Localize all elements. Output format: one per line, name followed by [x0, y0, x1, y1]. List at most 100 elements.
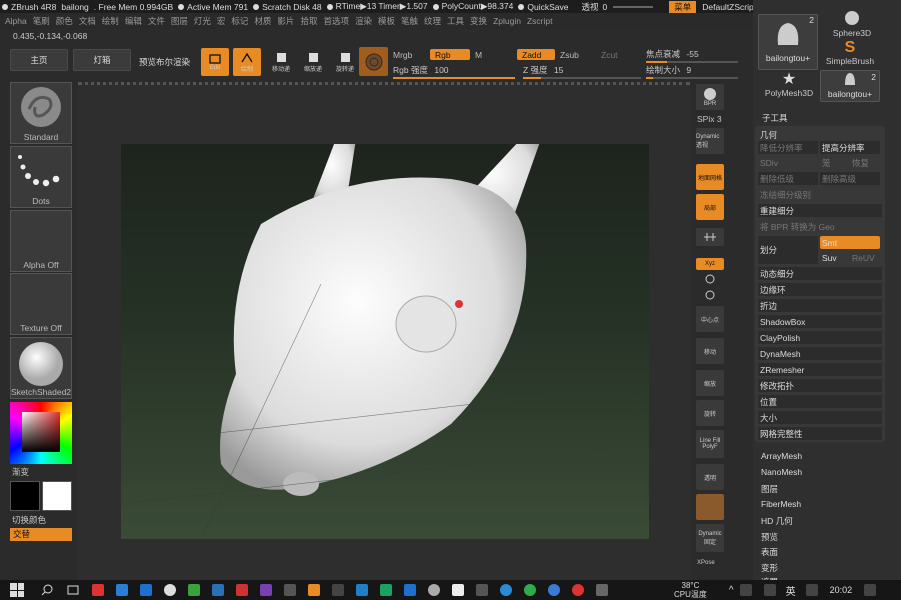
- zcut-button[interactable]: Zcut: [601, 50, 618, 60]
- rotate-button[interactable]: 旋转递: [331, 48, 359, 76]
- geometry-title[interactable]: 几何: [758, 128, 882, 141]
- subtool-simplebrush[interactable]: S SimpleBrush: [824, 40, 876, 68]
- zsub-button[interactable]: Zsub: [560, 50, 579, 60]
- zbrush-taskbar-icon[interactable]: [308, 584, 320, 596]
- app-icon[interactable]: [596, 584, 608, 596]
- scale-button[interactable]: 缩放递: [299, 48, 327, 76]
- menu-stencil[interactable]: 模板: [378, 15, 395, 27]
- size-section[interactable]: 大小: [758, 411, 882, 424]
- app-icon[interactable]: [500, 584, 512, 596]
- menu-preferences[interactable]: 首选项: [323, 15, 349, 27]
- ime-indicator[interactable]: 英: [786, 583, 796, 598]
- switch-color-button[interactable]: 切换颜色: [12, 514, 46, 526]
- menu-light[interactable]: 灯光: [194, 15, 211, 27]
- cpu-temp-widget[interactable]: 38°C CPU温度: [674, 581, 707, 599]
- menu-movie[interactable]: 影片: [277, 15, 294, 27]
- app-icon[interactable]: [284, 584, 296, 596]
- sdiv-slider[interactable]: SDiv: [758, 156, 818, 169]
- subtool-sphere3d[interactable]: Sphere3D: [830, 10, 874, 38]
- menu-color[interactable]: 颜色: [56, 15, 73, 27]
- bpr-to-geo-button[interactable]: 将 BPR 转换为 Geo: [758, 220, 882, 233]
- store-icon[interactable]: [212, 584, 224, 596]
- task-view-icon[interactable]: [66, 583, 80, 597]
- menu-document[interactable]: 文档: [79, 15, 96, 27]
- rotate-z-button[interactable]: [696, 288, 724, 302]
- center-pivot-button[interactable]: 中心点: [696, 306, 724, 332]
- lightbox-button[interactable]: 灯箱: [73, 49, 131, 71]
- ghost-button[interactable]: [696, 494, 724, 520]
- xpose-button[interactable]: XPose: [697, 560, 715, 566]
- mesh-integrity-section[interactable]: 网格完整性: [758, 427, 882, 440]
- reconstruct-subdiv-button[interactable]: 重建细分: [758, 204, 882, 217]
- app-icon[interactable]: [380, 584, 392, 596]
- draw-button[interactable]: 绘制: [233, 48, 261, 76]
- position-section[interactable]: 位置: [758, 395, 882, 408]
- divide-button[interactable]: 划分: [758, 236, 818, 264]
- app-icon[interactable]: [236, 584, 248, 596]
- app-icon[interactable]: [332, 584, 344, 596]
- menu-zscript[interactable]: Zscript: [527, 16, 553, 26]
- home-button[interactable]: 主页: [10, 49, 68, 71]
- menu-render[interactable]: 渲染: [355, 15, 372, 27]
- alternate-button[interactable]: 交替: [10, 528, 72, 541]
- menu-stroke[interactable]: 笔触: [401, 15, 418, 27]
- menu-layer[interactable]: 图层: [171, 15, 188, 27]
- preview-section[interactable]: 预览: [761, 531, 778, 543]
- move-button[interactable]: 移动递: [267, 48, 295, 76]
- symmetry-button[interactable]: [696, 228, 724, 246]
- menu-macro[interactable]: 宏: [217, 15, 226, 27]
- menu-edit[interactable]: 编辑: [125, 15, 142, 27]
- menu-picker[interactable]: 拾取: [300, 15, 317, 27]
- lower-res-button[interactable]: 降低分辨率: [758, 141, 818, 154]
- bpr-button[interactable]: BPR: [696, 84, 724, 110]
- rstr-button[interactable]: 恢复: [850, 156, 880, 169]
- menu-material[interactable]: 材质: [254, 15, 271, 27]
- dragon-head-model[interactable]: [121, 144, 649, 539]
- keyboard-icon[interactable]: [805, 584, 818, 596]
- start-icon[interactable]: [10, 583, 24, 597]
- menu-tool[interactable]: 工具: [447, 15, 464, 27]
- app-icon[interactable]: [452, 584, 464, 596]
- higher-res-button[interactable]: 提高分辨率: [820, 141, 880, 154]
- m-button[interactable]: M: [475, 50, 482, 60]
- move-view-button[interactable]: 移动: [696, 338, 724, 364]
- brush-picker[interactable]: Standard: [10, 82, 72, 144]
- z-intensity-slider[interactable]: Z 强度 15: [523, 64, 641, 79]
- surface-section[interactable]: 表面: [761, 546, 778, 558]
- clock[interactable]: 20:02: [830, 585, 853, 595]
- smt-toggle[interactable]: Smt: [820, 236, 880, 249]
- subtool-thumb-bailongtou-2[interactable]: bailongtou+ 2: [820, 70, 880, 102]
- app-icon[interactable]: [404, 584, 416, 596]
- edge-loop-section[interactable]: 边缘环: [758, 283, 882, 296]
- mrgb-button[interactable]: Mrgb: [393, 50, 412, 60]
- solo-button[interactable]: Dynamic 固定: [696, 524, 724, 552]
- floor-grid-button[interactable]: 地面网格: [696, 164, 724, 190]
- focal-shift-slider[interactable]: 焦点衰减 -55: [646, 48, 738, 63]
- nanomesh-section[interactable]: NanoMesh: [761, 467, 802, 477]
- onedrive-icon[interactable]: [116, 584, 128, 596]
- bpr-preview-button[interactable]: 预览布尔渲染: [139, 56, 190, 68]
- app-icon[interactable]: [92, 584, 104, 596]
- edit-button[interactable]: Edit: [201, 48, 229, 76]
- menu-draw[interactable]: 绘制: [102, 15, 119, 27]
- xyz-button[interactable]: Xyz: [696, 258, 724, 270]
- polyframe-button[interactable]: Line Fill PolyF: [696, 430, 724, 458]
- material-swatch[interactable]: [359, 47, 388, 76]
- dynamesh-section[interactable]: DynaMesh: [758, 347, 882, 360]
- texture-picker[interactable]: Texture Off: [10, 273, 72, 335]
- app-icon[interactable]: [164, 584, 176, 596]
- document-viewport[interactable]: [121, 144, 649, 539]
- delete-higher-button[interactable]: 删除高级: [820, 172, 880, 185]
- claypolish-section[interactable]: ClayPolish: [758, 331, 882, 344]
- stroke-picker[interactable]: Dots: [10, 146, 72, 208]
- crease-section[interactable]: 折边: [758, 299, 882, 312]
- suv-toggle[interactable]: Suv: [820, 251, 848, 264]
- maps-icon[interactable]: [428, 584, 440, 596]
- deformation-section[interactable]: 变形: [761, 562, 778, 574]
- zremesher-section[interactable]: ZRemesher: [758, 363, 882, 376]
- delete-lower-button[interactable]: 删除低级: [758, 172, 818, 185]
- dynamic-subdiv-section[interactable]: 动态细分: [758, 267, 882, 280]
- battery-icon[interactable]: [763, 584, 776, 596]
- quicksave-button[interactable]: QuickSave: [527, 2, 568, 12]
- rotate-view-button[interactable]: 旋转: [696, 400, 724, 426]
